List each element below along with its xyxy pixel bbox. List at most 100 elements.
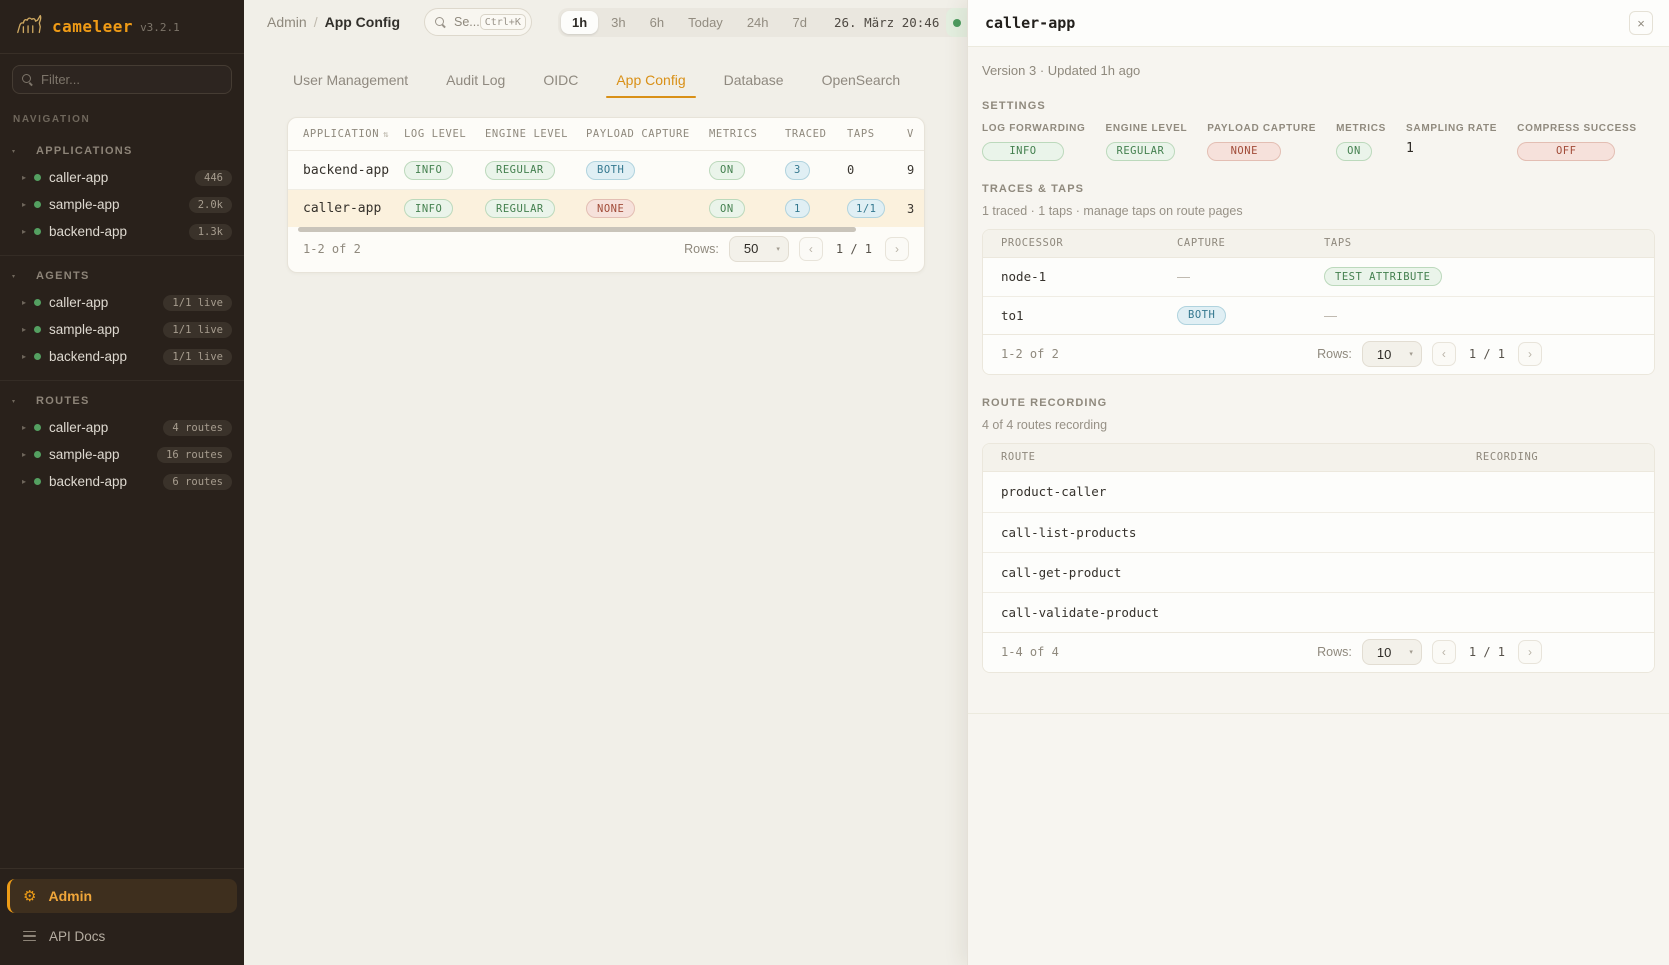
rows-per-page-select[interactable]: 10 ▾ xyxy=(1362,639,1422,665)
sidebar-item-applications-sample-app[interactable]: ▸ sample-app 2.0k xyxy=(0,191,244,218)
route-row-call-list-products[interactable]: call-list-products xyxy=(983,512,1654,552)
search-icon xyxy=(435,17,446,28)
sidebar-item-agents-backend-app[interactable]: ▸ backend-app 1/1 live xyxy=(0,343,244,370)
sidebar-item-routes-backend-app[interactable]: ▸ backend-app 6 routes xyxy=(0,468,244,495)
status-dot-icon xyxy=(34,424,41,431)
tap-badge: TEST ATTRIBUTE xyxy=(1324,267,1442,286)
time-range-24h[interactable]: 24h xyxy=(736,11,780,34)
next-page-button[interactable]: › xyxy=(885,237,909,261)
tab-audit-log[interactable]: Audit Log xyxy=(436,70,515,98)
col-application[interactable]: APPLICATION⇅ xyxy=(303,128,404,140)
log-level-badge: INFO xyxy=(404,199,453,218)
time-range-7d[interactable]: 7d xyxy=(782,11,818,34)
panel-title: caller-app xyxy=(985,14,1075,32)
v-value: 3 xyxy=(907,202,924,216)
tab-database[interactable]: Database xyxy=(714,70,794,98)
chevron-right-icon: ▸ xyxy=(22,227,34,236)
field-compress-success: COMPRESS SUCCESS OFF xyxy=(1517,123,1637,161)
taps-value: 0 xyxy=(847,163,907,177)
sidebar-item-applications-caller-app[interactable]: ▸ caller-app 446 xyxy=(0,164,244,191)
filter-input[interactable] xyxy=(41,72,222,87)
sidebar-item-admin[interactable]: ⚙ Admin xyxy=(7,879,237,913)
count-badge: 1.3k xyxy=(189,224,232,240)
col-payload-capture: PAYLOAD CAPTURE xyxy=(586,128,709,140)
rows-per-page-select[interactable]: 10 ▾ xyxy=(1362,341,1422,367)
sidebar-item-routes-caller-app[interactable]: ▸ caller-app 4 routes xyxy=(0,414,244,441)
time-range-3h[interactable]: 3h xyxy=(600,11,636,34)
rows-per-page-select[interactable]: 50 ▾ xyxy=(729,236,789,262)
sidebar-filter[interactable] xyxy=(12,65,232,94)
sidebar-item-agents-sample-app[interactable]: ▸ sample-app 1/1 live xyxy=(0,316,244,343)
tab-user-management[interactable]: User Management xyxy=(283,70,418,98)
metrics-badge: ON xyxy=(709,199,745,218)
next-page-button[interactable]: › xyxy=(1518,342,1542,366)
routes-badge: 16 routes xyxy=(157,447,232,463)
tab-app-config[interactable]: App Config xyxy=(606,70,695,98)
traces-footer: 1-2 of 2 Rows: 10 ▾ ‹ 1 / 1 › xyxy=(983,334,1654,374)
time-range-today[interactable]: Today xyxy=(677,11,734,34)
route-row-call-validate-product[interactable]: call-validate-product xyxy=(983,592,1654,632)
group-label: APPLICATIONS xyxy=(36,145,133,157)
live-dot-icon xyxy=(953,19,961,27)
navigation-label: NAVIGATION xyxy=(13,114,231,125)
group-header-routes[interactable]: ▾ ROUTES xyxy=(0,389,244,414)
table-row-caller-app-selected[interactable]: caller-app INFO REGULAR NONE ON 1 1/1 3 xyxy=(288,189,924,227)
row-range-label: 1-2 of 2 xyxy=(303,242,361,256)
tab-oidc[interactable]: OIDC xyxy=(533,70,588,98)
routes-badge: 4 routes xyxy=(163,420,232,436)
time-range-6h[interactable]: 6h xyxy=(639,11,675,34)
route-row-call-get-product[interactable]: call-get-product xyxy=(983,552,1654,592)
compress-success-badge: OFF xyxy=(1517,142,1615,161)
tab-opensearch[interactable]: OpenSearch xyxy=(812,70,911,98)
group-header-applications[interactable]: ▾ APPLICATIONS xyxy=(0,139,244,164)
engine-level-badge: REGULAR xyxy=(485,161,555,180)
chevron-right-icon: ▸ xyxy=(22,298,34,307)
table-header-row: APPLICATION⇅ LOG LEVEL ENGINE LEVEL PAYL… xyxy=(288,118,924,151)
sidebar-item-api-docs[interactable]: API Docs xyxy=(7,921,237,951)
sidebar-group-routes: ▾ ROUTES ▸ caller-app 4 routes ▸ sample-… xyxy=(0,380,244,495)
detail-panel: caller-app × Version 3 · Updated 1h ago … xyxy=(967,0,1669,965)
breadcrumb-parent[interactable]: Admin xyxy=(267,14,307,30)
recording-header-row: ROUTE RECORDING xyxy=(983,444,1654,472)
payload-capture-badge: NONE xyxy=(1207,142,1281,161)
table-row-backend-app[interactable]: backend-app INFO REGULAR BOTH ON 3 0 9 xyxy=(288,151,924,189)
chevron-right-icon: ▸ xyxy=(22,173,34,182)
log-level-badge: INFO xyxy=(404,161,453,180)
trace-row-to1[interactable]: to1 BOTH — xyxy=(983,296,1654,334)
live-badge: 1/1 live xyxy=(163,322,232,338)
logo-row: cameleer v3.2.1 xyxy=(0,0,244,54)
global-search[interactable]: Se... Ctrl+K xyxy=(424,8,532,36)
group-header-agents[interactable]: ▾ AGENTS xyxy=(0,264,244,289)
route-row-product-caller[interactable]: product-caller xyxy=(983,472,1654,512)
prev-page-button[interactable]: ‹ xyxy=(1432,342,1456,366)
count-badge: 446 xyxy=(195,170,232,186)
status-dot-icon xyxy=(34,228,41,235)
engine-level-badge: REGULAR xyxy=(485,199,555,218)
rows-per-page-label: Rows: xyxy=(1317,645,1352,659)
log-forwarding-badge: INFO xyxy=(982,142,1064,161)
sampling-rate-value: 1 xyxy=(1406,141,1497,156)
col-log-level: LOG LEVEL xyxy=(404,128,485,140)
trace-row-node-1[interactable]: node-1 — TEST ATTRIBUTE xyxy=(983,258,1654,296)
chevron-right-icon: ▸ xyxy=(22,325,34,334)
v-value: 9 xyxy=(907,163,924,177)
route-recording-table: ROUTE RECORDING product-caller call-list… xyxy=(982,443,1655,673)
sidebar-group-agents: ▾ AGENTS ▸ caller-app 1/1 live ▸ sample-… xyxy=(0,255,244,370)
chevron-down-icon: ▾ xyxy=(1409,350,1413,358)
time-range-1h[interactable]: 1h xyxy=(561,11,598,34)
payload-capture-badge: BOTH xyxy=(586,161,635,180)
sidebar-item-applications-backend-app[interactable]: ▸ backend-app 1.3k xyxy=(0,218,244,245)
prev-page-button[interactable]: ‹ xyxy=(799,237,823,261)
page-indicator: 1 / 1 xyxy=(1469,645,1505,659)
count-badge: 2.0k xyxy=(189,197,232,213)
sort-icon[interactable]: ⇅ xyxy=(383,130,389,140)
sidebar-group-applications: ▾ APPLICATIONS ▸ caller-app 446 ▸ sample… xyxy=(0,131,244,245)
close-icon[interactable]: × xyxy=(1629,11,1653,35)
top-header: Admin / App Config Se... Ctrl+K 1h 3h 6h… xyxy=(244,0,967,44)
rows-per-page-label: Rows: xyxy=(1317,347,1352,361)
prev-page-button[interactable]: ‹ xyxy=(1432,640,1456,664)
sidebar: cameleer v3.2.1 NAVIGATION ▾ APPLICATION… xyxy=(0,0,244,965)
sidebar-item-agents-caller-app[interactable]: ▸ caller-app 1/1 live xyxy=(0,289,244,316)
sidebar-item-routes-sample-app[interactable]: ▸ sample-app 16 routes xyxy=(0,441,244,468)
next-page-button[interactable]: › xyxy=(1518,640,1542,664)
